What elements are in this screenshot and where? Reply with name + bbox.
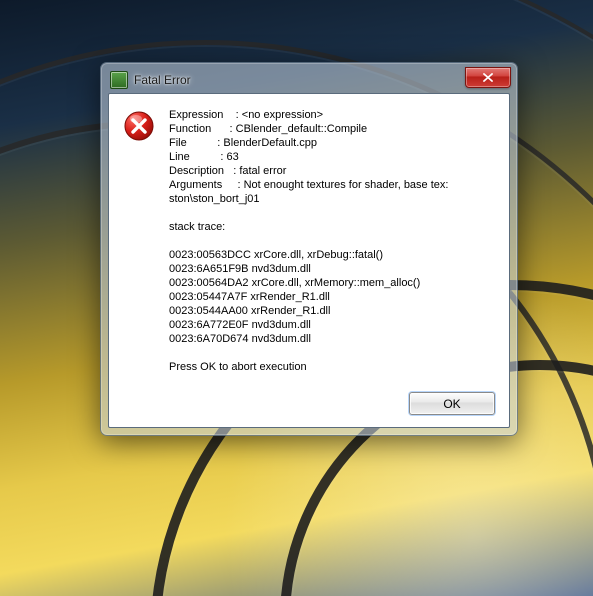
window-title: Fatal Error	[134, 73, 465, 87]
ok-button[interactable]: OK	[409, 392, 495, 415]
field-description-value: fatal error	[239, 165, 286, 177]
stack-trace-line: 0023:0544AA00 xrRender_R1.dll	[169, 305, 330, 317]
app-icon	[110, 71, 128, 89]
dialog-client-area: Expression : <no expression> Function : …	[108, 93, 510, 428]
stack-trace-line: 0023:00564DA2 xrCore.dll, xrMemory::mem_…	[169, 277, 420, 289]
field-line-label: Line	[169, 151, 190, 163]
error-icon	[123, 110, 155, 142]
error-message-body: Expression : <no expression> Function : …	[169, 108, 448, 374]
footer-text: Press OK to abort execution	[169, 361, 307, 373]
field-arguments-value-2: ston\ston_bort_j01	[169, 193, 260, 205]
field-expression-label: Expression	[169, 109, 223, 121]
field-function-value: CBlender_default::Compile	[236, 123, 367, 135]
title-bar[interactable]: Fatal Error	[108, 69, 510, 93]
stack-trace-line: 0023:00563DCC xrCore.dll, xrDebug::fatal…	[169, 249, 383, 261]
stack-trace-line: 0023:05447A7F xrRender_R1.dll	[169, 291, 330, 303]
field-file-value: BlenderDefault.cpp	[223, 137, 317, 149]
dialog-window: Fatal Error	[100, 62, 518, 436]
desktop-background: Fatal Error	[0, 0, 593, 596]
stack-trace-line: 0023:6A70D674 nvd3dum.dll	[169, 333, 311, 345]
field-function-label: Function	[169, 123, 211, 135]
stack-trace-label: stack trace:	[169, 221, 225, 233]
stack-trace-line: 0023:6A651F9B nvd3dum.dll	[169, 263, 311, 275]
stack-trace-line: 0023:6A772E0F nvd3dum.dll	[169, 319, 311, 331]
close-button[interactable]	[465, 67, 511, 88]
field-arguments-label: Arguments	[169, 179, 222, 191]
field-file-label: File	[169, 137, 187, 149]
field-expression-value: <no expression>	[242, 109, 323, 121]
close-icon	[483, 73, 493, 82]
field-line-value: 63	[226, 151, 238, 163]
field-description-label: Description	[169, 165, 224, 177]
field-arguments-value: Not enought textures for shader, base te…	[244, 179, 449, 191]
